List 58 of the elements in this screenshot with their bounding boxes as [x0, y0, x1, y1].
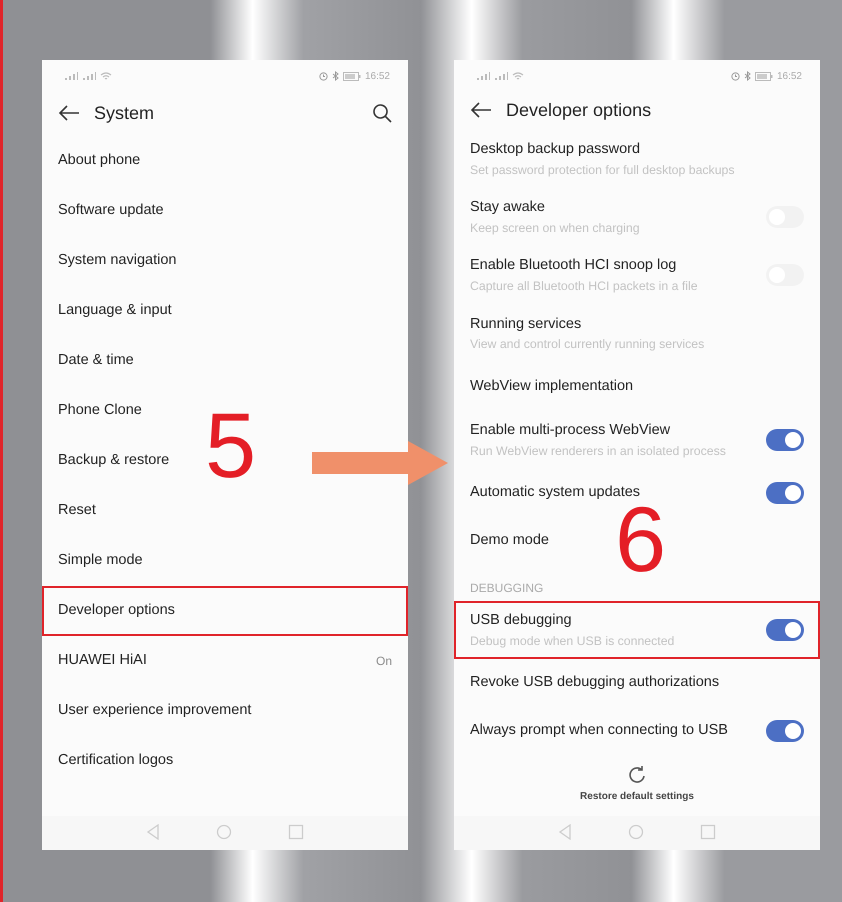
battery-icon — [754, 72, 773, 80]
screen-title: System — [94, 102, 154, 125]
back-arrow-icon[interactable] — [58, 104, 80, 122]
section-header: DEBUGGING — [469, 580, 544, 597]
settings-item[interactable]: Date & time — [58, 350, 134, 372]
settings-item[interactable]: System navigation — [58, 250, 176, 272]
battery-icon — [342, 72, 361, 80]
settings-item[interactable]: Reset — [58, 500, 96, 522]
settings-item[interactable]: Always prompt when connecting to USB — [470, 720, 728, 742]
toggle-switch[interactable] — [766, 482, 804, 504]
settings-item[interactable]: Demo mode — [470, 530, 549, 552]
screen-title: Developer options — [506, 98, 652, 122]
signal-icon — [64, 71, 78, 81]
settings-item[interactable]: HUAWEI HiAI — [58, 650, 147, 672]
wifi-icon — [512, 71, 524, 81]
restore-button[interactable]: Restore default settings — [580, 789, 694, 804]
settings-item[interactable]: Developer options — [58, 600, 175, 622]
settings-item[interactable]: Phone Clone — [58, 400, 142, 422]
item-description: Debug mode when USB is connected — [470, 632, 674, 650]
settings-item[interactable]: Desktop backup password — [470, 139, 735, 161]
status-time: 16:52 — [776, 70, 802, 84]
item-description: Keep screen on when charging — [470, 220, 640, 237]
toggle-switch[interactable] — [766, 428, 804, 451]
settings-item[interactable]: Enable multi-process WebView — [470, 420, 726, 442]
back-arrow-icon[interactable] — [470, 101, 492, 119]
toggle-switch[interactable] — [766, 720, 804, 742]
alarm-icon — [318, 72, 328, 80]
settings-item[interactable]: Enable Bluetooth HCI snoop log — [470, 255, 698, 278]
settings-item[interactable]: Certification logos — [58, 750, 174, 772]
settings-item[interactable]: Language & input — [58, 300, 172, 322]
step-number: 5 — [205, 400, 256, 492]
search-icon[interactable] — [372, 103, 392, 123]
wifi-icon — [100, 71, 112, 81]
settings-item[interactable]: Revoke USB debugging authorizations — [470, 672, 720, 694]
item-description: Run WebView renderers in an isolated process — [470, 442, 726, 460]
settings-item[interactable]: User experience improvement — [58, 700, 252, 722]
settings-item[interactable]: Running services — [470, 314, 704, 336]
settings-item[interactable]: USB debugging — [470, 610, 674, 632]
settings-item[interactable]: Backup & restore — [58, 450, 170, 472]
settings-item[interactable]: Software update — [58, 200, 164, 222]
settings-item[interactable]: Stay awake — [470, 197, 640, 219]
settings-item[interactable]: WebView implementation — [470, 376, 634, 398]
refresh-icon[interactable] — [627, 765, 647, 786]
signal-icon — [494, 71, 508, 81]
item-description: Set password protection for full desktop backups — [470, 162, 735, 179]
alarm-icon — [730, 72, 740, 80]
signal-icon — [476, 71, 490, 81]
bluetooth-icon — [744, 71, 751, 81]
toggle-switch[interactable] — [766, 619, 804, 642]
signal-icon — [82, 71, 96, 81]
status-time: 16:52 — [364, 70, 390, 84]
settings-item[interactable]: About phone — [58, 150, 140, 172]
item-value: On — [376, 653, 392, 670]
settings-item[interactable]: Automatic system updates — [470, 482, 640, 504]
item-description: View and control currently running services — [470, 336, 704, 354]
bluetooth-icon — [332, 71, 339, 81]
settings-item[interactable]: Simple mode — [58, 550, 143, 572]
item-description: Capture all Bluetooth HCI packets in a file — [470, 278, 698, 296]
